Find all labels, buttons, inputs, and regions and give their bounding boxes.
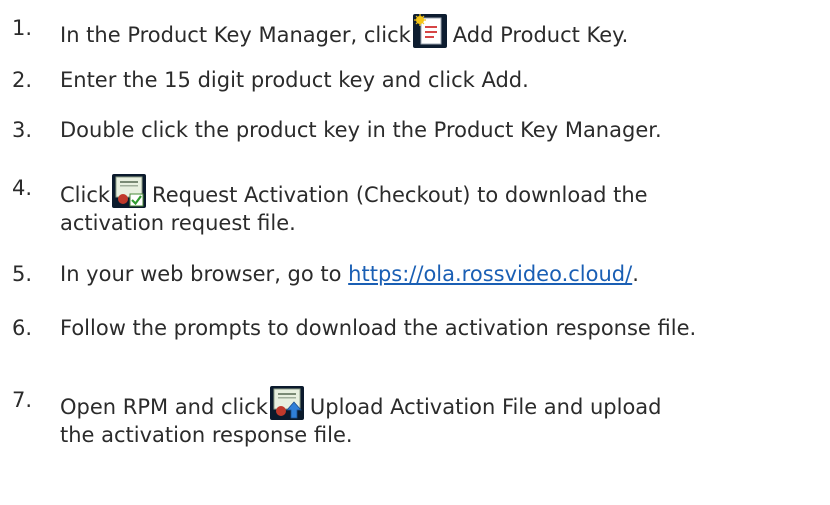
step-text: Open RPM and click xyxy=(60,395,268,419)
step-text-after: Add Product Key. xyxy=(452,23,629,47)
step-text: Enter the 15 digit product key and click… xyxy=(60,68,529,92)
step-text: Follow the prompts to download the activ… xyxy=(60,316,697,340)
step-text: In the Product Key Manager, click xyxy=(60,23,411,47)
upload-activation-file-icon xyxy=(269,386,304,420)
step-text-after: Upload Activation File and upload xyxy=(309,395,662,419)
step-number: 7. xyxy=(12,388,33,412)
request-activation-icon xyxy=(112,174,147,208)
step-number: 3. xyxy=(12,118,33,142)
step-text-continuation: the activation response file. xyxy=(60,423,353,447)
add-product-key-icon xyxy=(412,14,447,48)
ola-portal-link[interactable]: https://ola.rossvideo.cloud/ xyxy=(348,262,632,286)
step-number: 5. xyxy=(12,262,33,286)
step-number: 6. xyxy=(12,316,33,340)
step-text-after: Request Activation (Checkout) to downloa… xyxy=(152,183,648,207)
step-number: 4. xyxy=(12,176,33,200)
step-number: 2. xyxy=(12,68,33,92)
step-text-continuation: activation request file. xyxy=(60,211,296,235)
instruction-list: 1. In the Product Key Manager, click Add… xyxy=(0,0,830,505)
step-text: In your web browser, go to xyxy=(60,262,342,286)
step-text: Double click the product key in the Prod… xyxy=(60,118,662,142)
step-number: 1. xyxy=(12,16,33,40)
step-text: Click xyxy=(60,183,111,207)
step-text-after: . xyxy=(632,262,639,286)
